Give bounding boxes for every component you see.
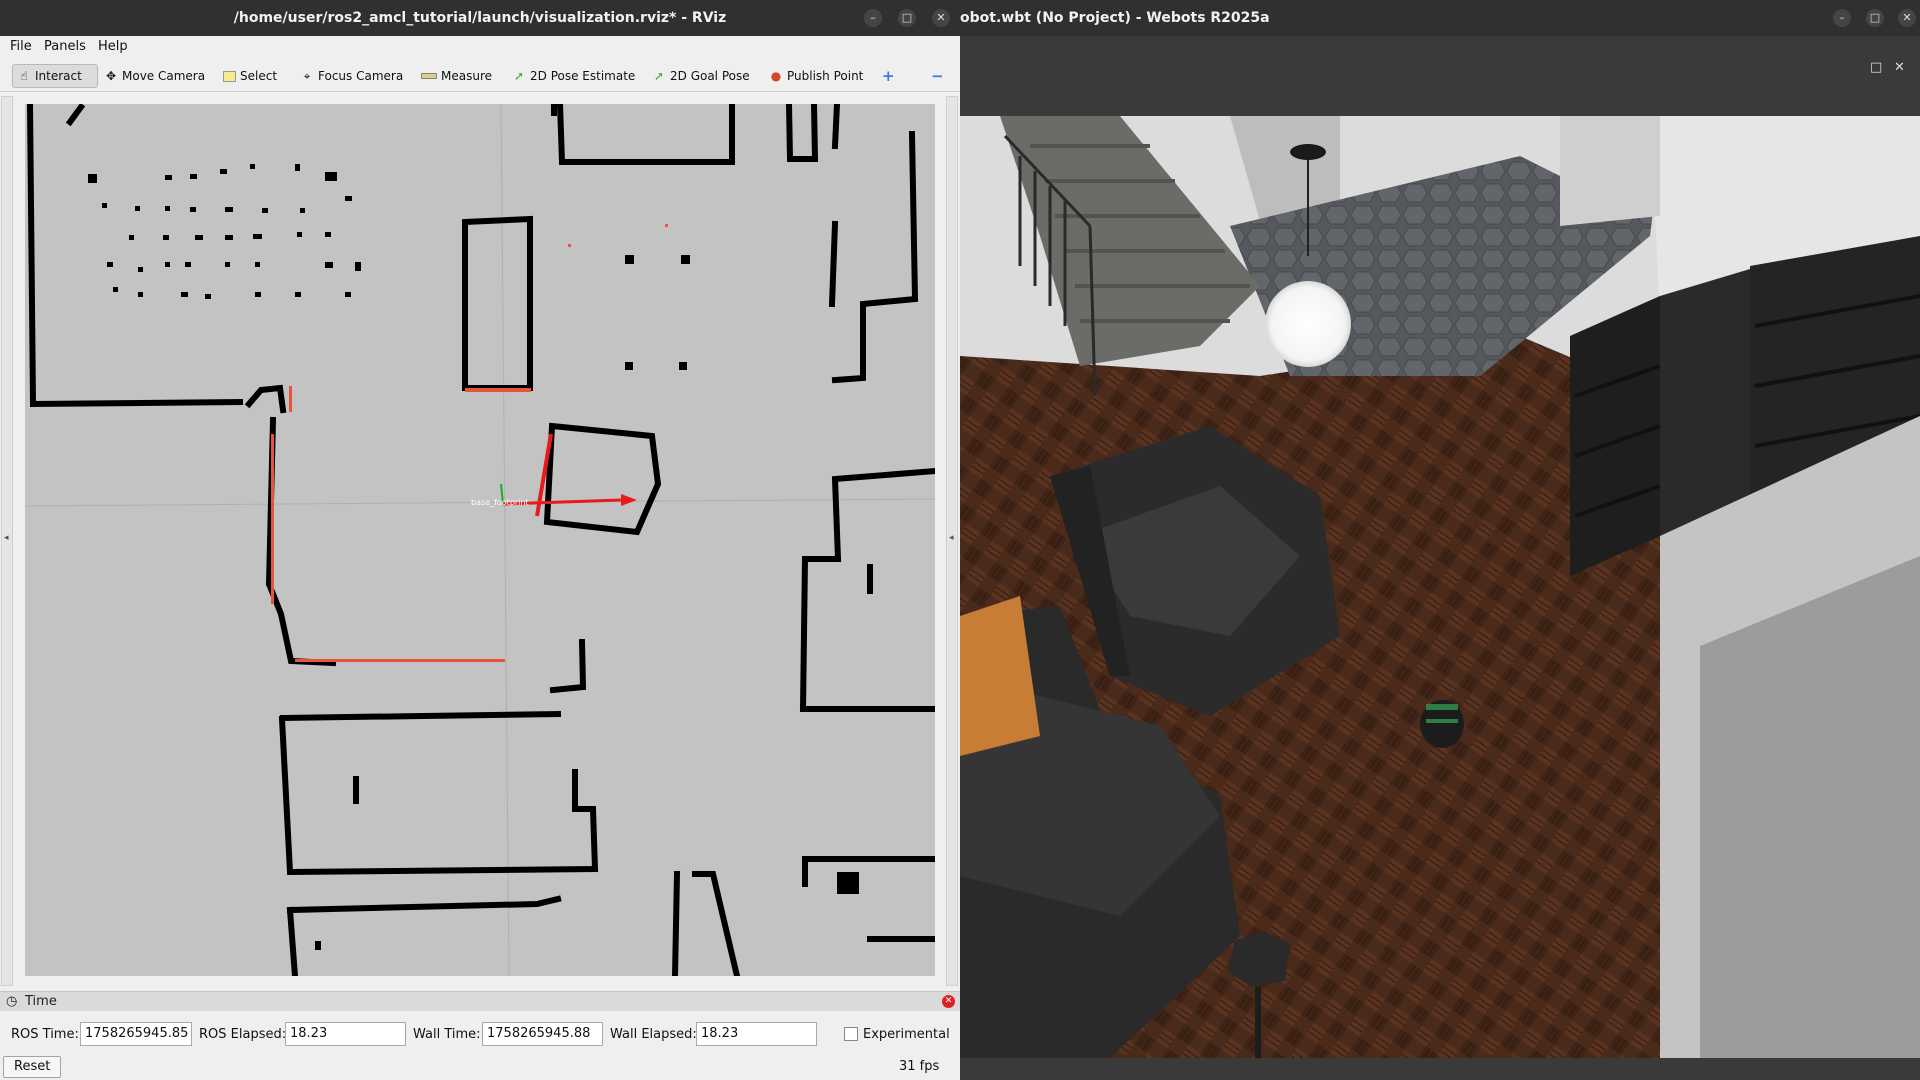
rviz-window: /home/user/ros2_amcl_tutorial/launch/vis… — [0, 0, 960, 1080]
chevron-right-icon: ◂ — [949, 533, 954, 543]
rviz-menubar: File Panels Help — [0, 36, 960, 58]
menu-help[interactable]: Help — [98, 39, 128, 54]
goal-pose-tool-button[interactable]: ➚ 2D Goal Pose — [648, 64, 754, 88]
fps-readout: 31 fps — [899, 1059, 940, 1074]
rviz-close-button[interactable]: ✕ — [932, 9, 950, 27]
ros-time-label: ROS Time: — [11, 1027, 79, 1042]
measure-tool-button[interactable]: Measure — [417, 64, 496, 88]
webots-minimize-button[interactable]: – — [1833, 9, 1851, 27]
publish-point-tool-button[interactable]: ● Publish Point — [765, 64, 867, 88]
webots-titlebar: obot.wbt (No Project) - Webots R2025a — [960, 0, 1920, 36]
experimental-label: Experimental — [863, 1027, 950, 1042]
green-arrow-icon: ➚ — [653, 69, 665, 83]
crosshair-icon: ⌖ — [303, 69, 311, 83]
map-pin-icon: ● — [770, 69, 782, 83]
webots-window: obot.wbt (No Project) - Webots R2025a – … — [960, 0, 1920, 1080]
menu-panels[interactable]: Panels — [44, 39, 86, 54]
close-panel-icon[interactable]: ✕ — [942, 995, 955, 1008]
pose-estimate-tool-button[interactable]: ➚ 2D Pose Estimate — [508, 64, 639, 88]
select-rectangle-icon — [223, 70, 236, 82]
ceiling-lamp — [1265, 281, 1351, 367]
occupancy-map — [25, 104, 935, 976]
focus-camera-tool-button[interactable]: ⌖ Focus Camera — [296, 64, 407, 88]
rviz-maximize-button[interactable]: □ — [898, 9, 916, 27]
time-panel-header: ◷ Time ✕ — [0, 991, 960, 1011]
robot — [1420, 700, 1464, 748]
robot-frame-label: base_footprint — [471, 498, 529, 507]
webots-close-button[interactable]: ✕ — [1898, 9, 1916, 27]
ruler-icon — [421, 73, 437, 79]
map-walls — [26, 104, 935, 976]
move-camera-tool-button[interactable]: ✥ Move Camera — [100, 64, 209, 88]
menu-file[interactable]: File — [10, 39, 32, 54]
add-tool-icon[interactable]: + — [878, 64, 899, 88]
webots-view-header: □ ✕ — [960, 36, 1920, 116]
reset-button[interactable]: Reset — [3, 1056, 62, 1078]
ros-time-field[interactable]: 1758265945.85 — [80, 1022, 192, 1046]
rviz-minimize-button[interactable]: – — [864, 9, 882, 27]
wall-time-field[interactable]: 1758265945.88 — [482, 1022, 603, 1046]
rviz-toolbar: ☝ Interact ✥ Move Camera Select ⌖ Focus … — [0, 60, 960, 92]
green-arrow-icon: ➚ — [513, 69, 525, 83]
wall-elapsed-field[interactable]: 18.23 — [696, 1022, 817, 1046]
webots-bottom-bar — [960, 1058, 1920, 1080]
ros-elapsed-label: ROS Elapsed: — [199, 1027, 287, 1042]
scene-render — [960, 116, 1920, 1058]
webots-maximize-button[interactable]: □ — [1866, 9, 1884, 27]
time-panel-title: Time — [25, 994, 57, 1009]
wall-elapsed-label: Wall Elapsed: — [610, 1027, 697, 1042]
laser-scan — [271, 224, 668, 662]
view-close-icon[interactable]: ✕ — [1894, 60, 1905, 75]
rviz-3d-view[interactable]: base_footprint — [25, 104, 935, 976]
rviz-window-title: /home/user/ros2_amcl_tutorial/launch/vis… — [233, 10, 727, 26]
right-dock-handle[interactable]: ◂ — [946, 96, 958, 986]
experimental-checkbox[interactable] — [844, 1027, 858, 1041]
select-tool-button[interactable]: Select — [219, 64, 281, 88]
webots-3d-scene[interactable] — [960, 116, 1920, 1058]
interact-tool-button[interactable]: ☝ Interact — [12, 64, 98, 88]
hand-pointer-icon: ☝ — [20, 69, 28, 83]
clock-icon: ◷ — [6, 994, 18, 1009]
view-maximize-icon[interactable]: □ — [1870, 60, 1882, 75]
chevron-left-icon: ◂ — [4, 533, 9, 543]
remove-tool-icon[interactable]: − — [927, 64, 948, 88]
rviz-titlebar: /home/user/ros2_amcl_tutorial/launch/vis… — [0, 0, 960, 36]
time-panel: ROS Time: 1758265945.85 ROS Elapsed: 18.… — [0, 1011, 960, 1080]
wall-time-label: Wall Time: — [413, 1027, 481, 1042]
webots-window-title: obot.wbt (No Project) - Webots R2025a — [960, 10, 1270, 26]
map-obstacles — [88, 104, 873, 950]
move-arrows-icon: ✥ — [105, 69, 117, 83]
ros-elapsed-field[interactable]: 18.23 — [285, 1022, 406, 1046]
left-dock-handle[interactable]: ◂ — [1, 96, 13, 986]
